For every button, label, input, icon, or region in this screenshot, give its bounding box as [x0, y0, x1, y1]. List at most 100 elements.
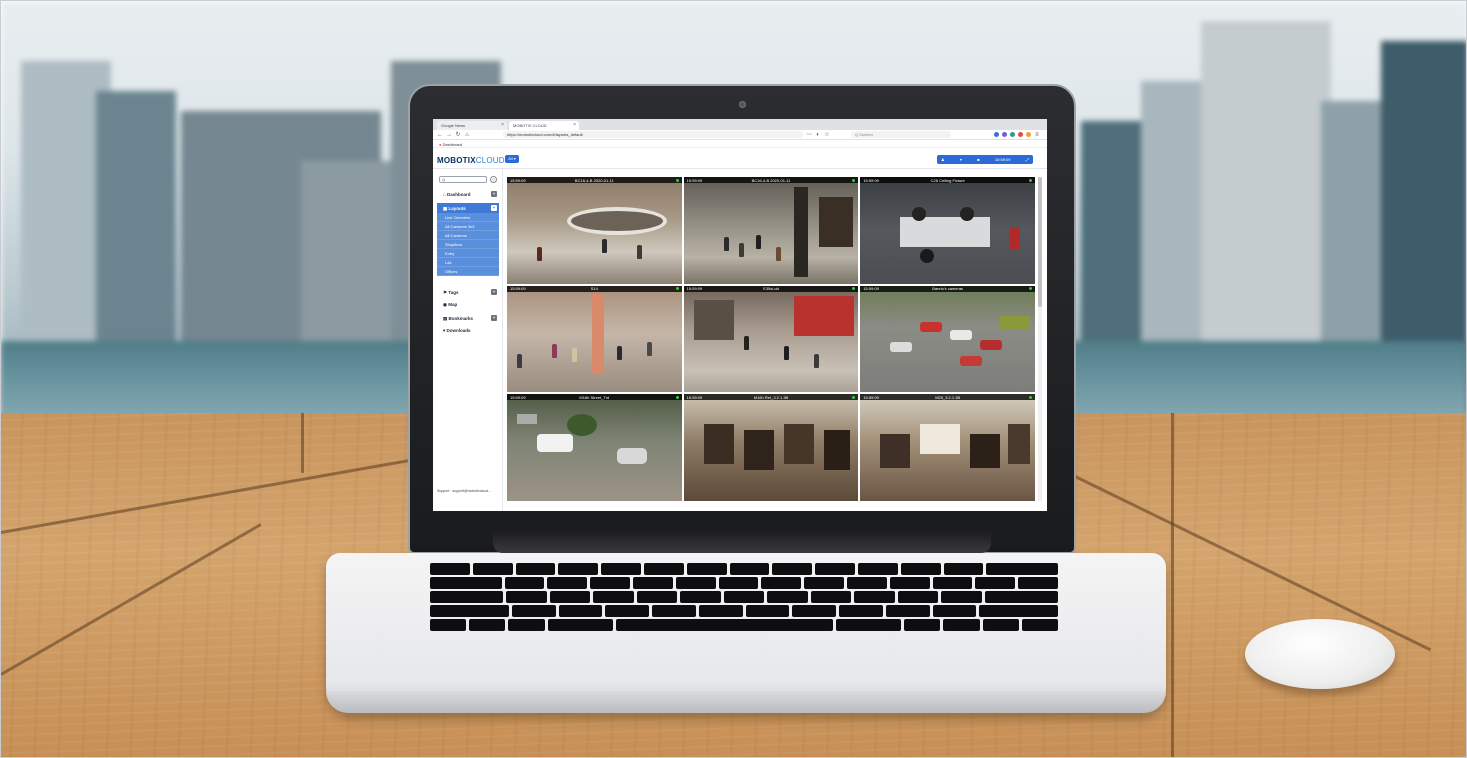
add-layout-button[interactable]: +	[491, 205, 497, 211]
back-icon[interactable]: ←	[437, 131, 443, 139]
camera-title-bar: 15:59:09 M16h Ret_3.2.1.3B	[683, 394, 859, 401]
extension-icon[interactable]	[1026, 132, 1031, 137]
help-icon[interactable]: ?	[490, 176, 497, 183]
layout-item[interactable]: All Cameras	[437, 231, 499, 240]
address-bar[interactable]: https://mobotixcloud.com/#/layouts_defau…	[503, 131, 803, 138]
forward-icon[interactable]: →	[446, 131, 452, 139]
sidebar-item-tags[interactable]: ⚑ Tags +	[437, 287, 499, 297]
browser-toolbar: ← → ↻ ⌂ https://mobotixcloud.com/#/layou…	[433, 130, 1047, 140]
layout-item[interactable]: Entry	[437, 249, 499, 258]
camera-title-bar: 15:59:09 C26 Ceiling Fixture	[860, 177, 1035, 183]
app-header: MOBOTIXCLOUD All ▾ ♟ ▾ ■ 15:59:09 ⤢	[433, 148, 1047, 169]
camera-title-bar: 15:59:09 E35si-dd	[683, 285, 859, 292]
extension-icon[interactable]	[1010, 132, 1015, 137]
extension-icon[interactable]	[1002, 132, 1007, 137]
layouts-submenu: Live Overview All Cameras 3x3 All Camera…	[437, 213, 499, 276]
video-icon[interactable]: ■	[977, 157, 979, 162]
camera-title-bar: 15:59:09 Barelo's cameras	[860, 285, 1035, 292]
user-icon[interactable]: ♟	[941, 157, 945, 162]
camera-title-bar: 15:59:09 S14	[507, 285, 682, 292]
add-dashboard-button[interactable]: +	[491, 191, 497, 197]
sidebar-search-input[interactable]: Q	[439, 176, 487, 183]
shield-icon[interactable]: ◐	[815, 131, 821, 139]
header-toolbar: ♟ ▾ ■ 15:59:09 ⤢	[937, 155, 1033, 164]
laptop-base-front	[326, 691, 1166, 713]
dashboard-icon: ⌂	[443, 192, 446, 197]
brand-suffix: CLOUD	[475, 156, 505, 165]
home-icon[interactable]: ⌂	[464, 131, 470, 139]
tab-label: Google News	[441, 123, 466, 128]
user-dropdown[interactable]: ▾	[960, 157, 962, 162]
camera-title-bar: 15:59:09 BC16-4-B 2020-01-11	[507, 177, 682, 183]
camera-tile[interactable]: 15:59:09 S14	[507, 285, 682, 393]
star-icon[interactable]: ☆	[824, 131, 830, 139]
camera-name: Barelo's cameras	[932, 286, 964, 292]
sidebar-item-dashboard[interactable]: ⌂ Dashboard +	[437, 189, 499, 199]
support-link[interactable]: Support · support@mobotixcloud...	[437, 489, 501, 493]
sidebar-item-layouts[interactable]: ▦ Layouts +	[437, 203, 499, 213]
camera-name: E35si-dd	[763, 286, 779, 292]
sidebar-item-label: Layouts	[448, 206, 466, 211]
camera-name: BC16-4-B 2020-01-11	[751, 177, 791, 183]
extension-icon[interactable]	[994, 132, 999, 137]
layout-item[interactable]: Live Overview	[437, 213, 499, 222]
layout-item[interactable]: L&L	[437, 258, 499, 267]
bookmark-icon: ▤	[443, 316, 448, 321]
layout-select-button[interactable]: All ▾	[505, 155, 519, 163]
tags-icon: ⚑	[443, 290, 448, 295]
camera-tile[interactable]: 15:59:09 M25_3.2.1.3B	[860, 394, 1035, 501]
map-icon: ◉	[443, 302, 447, 307]
laptop-hinge	[493, 531, 991, 553]
sidebar-item-map[interactable]: ◉ Map	[437, 299, 499, 309]
camera-tile[interactable]: 15:59:09 C26 Ceiling Fixture	[860, 177, 1035, 284]
bookmark-item[interactable]: Dashboard	[443, 142, 463, 147]
computer-mouse	[1245, 619, 1395, 689]
browser-tabbar: Google News × MOBOTIX CLOUD ×	[433, 119, 1047, 130]
camera-tile[interactable]: 15:59:09 BC16-4-B 2020-01-11	[683, 177, 859, 284]
add-bookmark-button[interactable]: +	[491, 315, 497, 321]
brand-logo[interactable]: MOBOTIXCLOUD	[437, 156, 505, 165]
add-tag-button[interactable]: +	[491, 289, 497, 295]
layout-item[interactable]: Offices	[437, 267, 499, 276]
camera-name: M25_3.2.1.3B	[935, 394, 961, 400]
sidebar-item-label: Dashboard	[446, 192, 471, 197]
sidebar-item-label: Tags	[448, 290, 459, 295]
laptop-keyboard	[424, 561, 1064, 633]
browser-search-input[interactable]: Q Suchen	[851, 131, 951, 138]
grid-scrollbar[interactable]	[1038, 177, 1042, 501]
scene: Google News × MOBOTIX CLOUD × ← → ↻ ⌂ ht…	[0, 0, 1467, 758]
layout-item[interactable]: All Cameras 3x3	[437, 222, 499, 231]
extension-icon[interactable]	[1018, 132, 1023, 137]
reload-icon[interactable]: ↻	[455, 131, 461, 139]
sidebar-item-label: Bookmarks	[448, 316, 474, 321]
camera-tile[interactable]: 15:59:09 BC16-4-B 2020-01-11	[507, 177, 682, 284]
close-icon[interactable]: ×	[501, 122, 504, 128]
sidebar-item-downloads[interactable]: ▾ Downloads	[437, 325, 499, 335]
layout-item[interactable]: Shopfloor	[437, 240, 499, 249]
fullscreen-icon[interactable]: ⤢	[1026, 157, 1029, 162]
sidebar-item-bookmarks[interactable]: ▤ Bookmarks +	[437, 313, 499, 323]
camera-grid: 15:59:09 BC16-4-B 2020-01-11 15:59:09 BC…	[507, 177, 1035, 501]
browser-tab-active[interactable]: MOBOTIX CLOUD ×	[509, 121, 579, 130]
bookmark-favicon-icon: ●	[439, 142, 442, 147]
camera-name: C26 Ceiling Fixture	[930, 177, 965, 183]
scrollbar-thumb[interactable]	[1038, 177, 1042, 307]
layouts-icon: ▦	[443, 206, 448, 211]
camera-tile[interactable]: 15:59:09 M16h Street_Trd	[507, 394, 682, 501]
camera-tile[interactable]: 15:59:09 M16h Ret_3.2.1.3B	[683, 394, 859, 501]
camera-tile[interactable]: 15:59:09 Barelo's cameras	[860, 285, 1035, 393]
brand-name: MOBOTIX	[437, 156, 476, 165]
close-icon[interactable]: ×	[573, 122, 576, 128]
sidebar-item-label: Downloads	[446, 328, 471, 333]
browser-tab[interactable]: Google News ×	[437, 121, 507, 130]
camera-title-bar: 15:59:09 BC16-4-B 2020-01-11	[683, 177, 859, 183]
webcam-icon	[739, 101, 746, 108]
camera-tile[interactable]: 15:59:09 E35si-dd	[683, 285, 859, 393]
camera-name: M16h Ret_3.2.1.3B	[753, 394, 789, 400]
sidebar-item-label: Map	[448, 302, 458, 307]
camera-name: S14	[590, 286, 598, 292]
clock-time: 15:59:09	[994, 157, 1011, 162]
menu-dots-icon[interactable]: ⋯	[806, 131, 812, 139]
camera-name: BC16-4-B 2020-01-11	[574, 177, 614, 183]
hamburger-menu-icon[interactable]: ≡	[1034, 131, 1040, 139]
